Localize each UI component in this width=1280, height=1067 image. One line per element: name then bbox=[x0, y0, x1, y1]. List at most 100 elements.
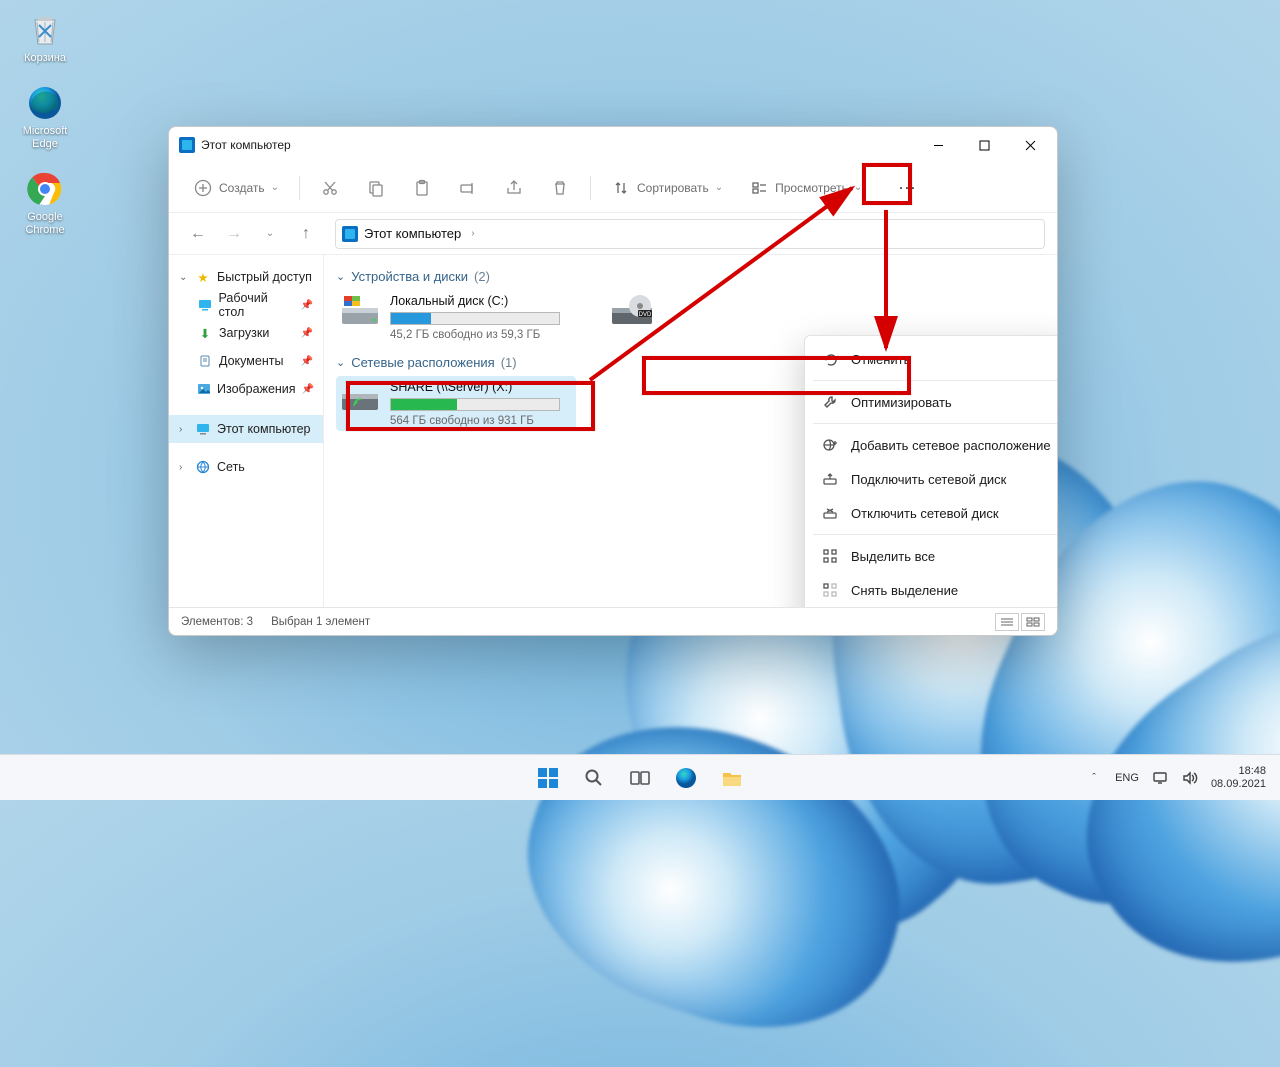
nav-forward[interactable]: → bbox=[217, 217, 251, 251]
drive-usage-bar bbox=[390, 312, 560, 325]
share-icon bbox=[504, 178, 524, 198]
cut-button[interactable] bbox=[310, 171, 350, 205]
recycle-bin[interactable]: Корзина bbox=[10, 10, 80, 65]
menu-disconnect-network-drive[interactable]: Отключить сетевой диск bbox=[805, 496, 1057, 530]
tray-chevron-up[interactable]: ˆ bbox=[1085, 769, 1103, 787]
sidebar-item-downloads[interactable]: ⬇ Загрузки📌 bbox=[169, 319, 323, 347]
chevron-down-icon: ⌄ bbox=[336, 356, 345, 369]
rename-button[interactable] bbox=[448, 171, 488, 205]
drive-dvd[interactable]: DVD bbox=[606, 290, 686, 345]
scissors-icon bbox=[320, 178, 340, 198]
nav-row: ← → ⌄ ↑ Этот компьютер › bbox=[169, 213, 1057, 255]
sidebar-quick-access[interactable]: ⌄★ Быстрый доступ bbox=[169, 263, 323, 291]
menu-optimize[interactable]: Оптимизировать bbox=[805, 385, 1057, 419]
sidebar-item-desktop[interactable]: Рабочий стол📌 bbox=[169, 291, 323, 319]
tray-lang[interactable]: ENG bbox=[1115, 772, 1139, 784]
content-pane: ⌄ Устройства и диски (2) Локальный диск … bbox=[324, 255, 1057, 607]
taskbar: ˆ ENG 18:48 08.09.2021 bbox=[0, 754, 1280, 800]
nav-up[interactable]: ↑ bbox=[289, 217, 323, 251]
pin-icon: 📌 bbox=[302, 384, 314, 395]
task-view-button[interactable] bbox=[621, 759, 659, 797]
more-menu-popup: Отменить Оптимизировать Добавить сетевое… bbox=[804, 335, 1057, 607]
window-title: Этот компьютер bbox=[201, 138, 291, 152]
sidebar-item-this-pc[interactable]: › Этот компьютер bbox=[169, 415, 323, 443]
new-button[interactable]: Создать ⌄ bbox=[183, 171, 289, 205]
drive-local-c[interactable]: Локальный диск (C:) 45,2 ГБ свободно из … bbox=[336, 290, 576, 345]
this-pc-icon bbox=[342, 226, 358, 242]
chevron-down-icon: ⌄ bbox=[854, 182, 862, 193]
select-all-icon bbox=[821, 547, 839, 565]
share-button[interactable] bbox=[494, 171, 534, 205]
address-bar[interactable]: Этот компьютер › bbox=[335, 219, 1045, 249]
group-devices[interactable]: ⌄ Устройства и диски (2) bbox=[336, 269, 1045, 284]
chevron-down-icon: ⌄ bbox=[271, 182, 279, 193]
status-bar: Элементов: 3 Выбран 1 элемент bbox=[169, 607, 1057, 635]
start-button[interactable] bbox=[529, 759, 567, 797]
maximize-button[interactable] bbox=[961, 129, 1007, 161]
star-icon: ★ bbox=[195, 269, 211, 285]
sidebar: ⌄★ Быстрый доступ Рабочий стол📌 ⬇ Загруз… bbox=[169, 255, 324, 607]
chevron-down-icon: ⌄ bbox=[715, 182, 723, 193]
copy-button[interactable] bbox=[356, 171, 396, 205]
chevron-down-icon: ⌄ bbox=[336, 270, 345, 283]
menu-undo[interactable]: Отменить bbox=[805, 342, 1057, 376]
desktop-icons: Корзина Microsoft Edge Google Chrome bbox=[10, 10, 80, 255]
network-drive-icon bbox=[340, 380, 380, 414]
drive-icon bbox=[340, 294, 380, 328]
drive-disconnect-icon bbox=[821, 504, 839, 522]
pin-icon: 📌 bbox=[301, 356, 313, 367]
taskbar-edge[interactable] bbox=[667, 759, 705, 797]
view-tiles-button[interactable] bbox=[1021, 613, 1045, 631]
search-button[interactable] bbox=[575, 759, 613, 797]
copy-icon bbox=[366, 178, 386, 198]
chrome-shortcut[interactable]: Google Chrome bbox=[10, 169, 80, 237]
view-button[interactable]: Просмотреть ⌄ bbox=[739, 171, 872, 205]
this-pc-title-icon bbox=[179, 137, 195, 153]
select-none-icon bbox=[821, 581, 839, 599]
system-tray: ˆ ENG 18:48 08.09.2021 bbox=[1085, 765, 1280, 791]
taskbar-explorer[interactable] bbox=[713, 759, 751, 797]
tray-clock[interactable]: 18:48 08.09.2021 bbox=[1211, 765, 1266, 791]
menu-select-none[interactable]: Снять выделение bbox=[805, 573, 1057, 607]
menu-select-all[interactable]: Выделить все bbox=[805, 539, 1057, 573]
this-pc-icon bbox=[195, 421, 211, 437]
sidebar-item-pictures[interactable]: Изображения📌 bbox=[169, 375, 323, 403]
chevron-right-icon: › bbox=[471, 228, 474, 239]
pictures-icon bbox=[197, 381, 211, 397]
nav-back[interactable]: ← bbox=[181, 217, 215, 251]
desktop-icon bbox=[197, 297, 213, 313]
toolbar: Создать ⌄ Сортировать ⌄ Просмотреть ⌄ ··… bbox=[169, 163, 1057, 213]
undo-icon bbox=[821, 350, 839, 368]
svg-text:DVD: DVD bbox=[639, 312, 652, 318]
drive-usage-bar bbox=[390, 398, 560, 411]
paste-button[interactable] bbox=[402, 171, 442, 205]
more-button[interactable]: ··· bbox=[884, 171, 932, 205]
sidebar-item-documents[interactable]: Документы📌 bbox=[169, 347, 323, 375]
rename-icon bbox=[458, 178, 478, 198]
drive-share-x[interactable]: SHARE (\\Server) (X:) 564 ГБ свободно из… bbox=[336, 376, 576, 431]
network-tray-icon[interactable] bbox=[1151, 769, 1169, 787]
globe-plus-icon bbox=[821, 436, 839, 454]
trash-icon bbox=[550, 178, 570, 198]
view-details-button[interactable] bbox=[995, 613, 1019, 631]
menu-map-network-drive[interactable]: Подключить сетевой диск bbox=[805, 462, 1057, 496]
pin-icon: 📌 bbox=[301, 300, 313, 311]
close-button[interactable] bbox=[1007, 129, 1053, 161]
title-bar[interactable]: Этот компьютер bbox=[169, 127, 1057, 163]
ellipsis-icon: ··· bbox=[898, 178, 918, 198]
edge-shortcut[interactable]: Microsoft Edge bbox=[10, 83, 80, 151]
dvd-drive-icon: DVD bbox=[610, 294, 650, 328]
delete-button[interactable] bbox=[540, 171, 580, 205]
menu-add-net-location[interactable]: Добавить сетевое расположение bbox=[805, 428, 1057, 462]
nav-recent[interactable]: ⌄ bbox=[253, 217, 287, 251]
download-icon: ⬇ bbox=[197, 325, 213, 341]
network-icon bbox=[195, 459, 211, 475]
minimize-button[interactable] bbox=[915, 129, 961, 161]
sort-button[interactable]: Сортировать ⌄ bbox=[601, 171, 733, 205]
pin-icon: 📌 bbox=[301, 328, 313, 339]
plus-circle-icon bbox=[193, 178, 213, 198]
sidebar-item-network[interactable]: › Сеть bbox=[169, 453, 323, 481]
volume-tray-icon[interactable] bbox=[1181, 769, 1199, 787]
clipboard-icon bbox=[412, 178, 432, 198]
sort-icon bbox=[611, 178, 631, 198]
